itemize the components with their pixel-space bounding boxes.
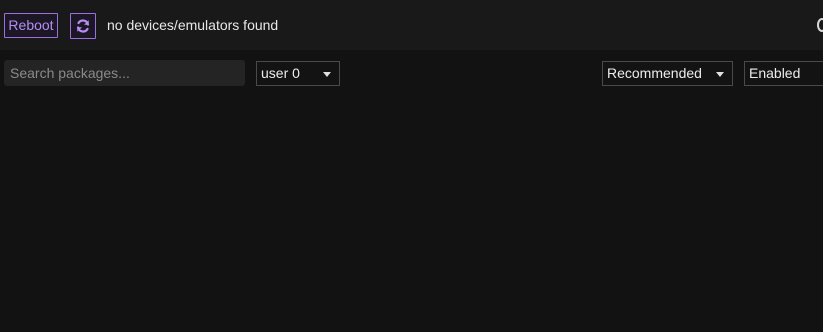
- package-state-select[interactable]: Enabled: [744, 61, 823, 86]
- search-packages-input[interactable]: [4, 60, 245, 86]
- package-state-select-value: Enabled: [749, 65, 801, 81]
- user-select[interactable]: user 0: [256, 61, 340, 86]
- package-list-select-value: Recommended: [607, 65, 702, 81]
- chevron-down-icon: [323, 72, 331, 77]
- refresh-button[interactable]: [70, 13, 96, 39]
- refresh-icon: [76, 19, 90, 33]
- chevron-down-icon: [716, 72, 724, 77]
- reboot-button[interactable]: Reboot: [4, 13, 58, 38]
- user-select-value: user 0: [261, 65, 300, 81]
- clipped-icon[interactable]: [817, 18, 823, 32]
- toolbar: Reboot no devices/emulators found: [0, 0, 823, 50]
- package-list-select[interactable]: Recommended: [602, 61, 733, 86]
- device-status-text: no devices/emulators found: [107, 17, 279, 33]
